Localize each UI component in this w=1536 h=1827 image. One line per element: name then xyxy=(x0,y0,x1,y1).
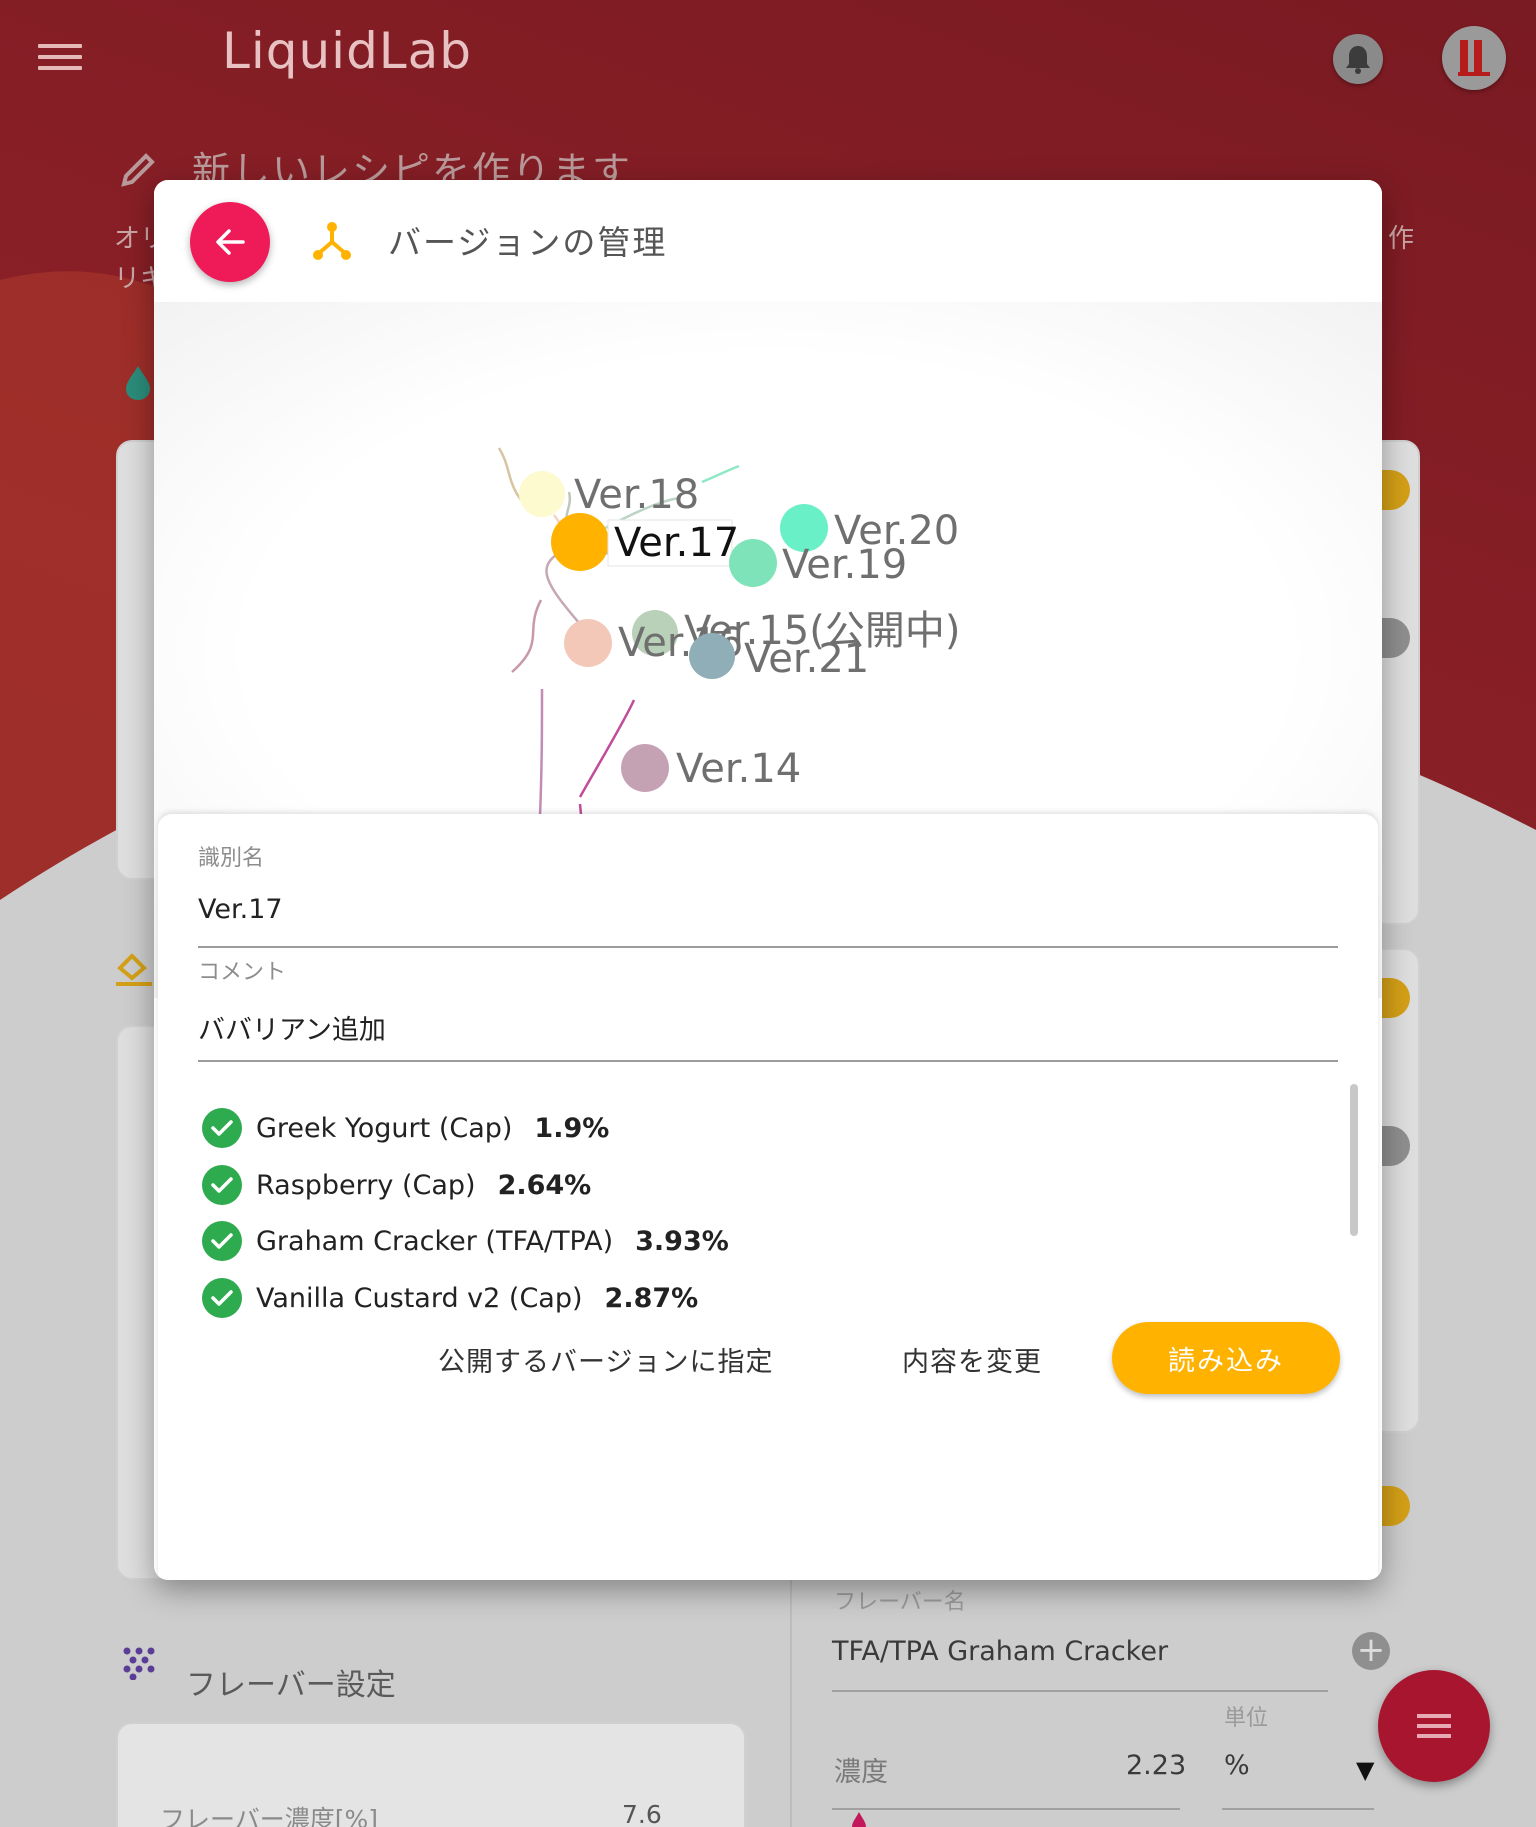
flavor-list-scrollbar[interactable] xyxy=(1350,1084,1358,1236)
list-item: Vanilla Custard v2 (Cap) 2.87% xyxy=(202,1276,698,1320)
comment-underline xyxy=(198,1060,1338,1062)
flavor-name: Raspberry (Cap) xyxy=(256,1169,476,1201)
unit-select[interactable]: % xyxy=(1224,1750,1250,1781)
id-underline xyxy=(198,946,1338,948)
version-node-label[interactable]: Ver.14 xyxy=(676,746,801,792)
back-button[interactable] xyxy=(190,202,270,282)
version-node[interactable] xyxy=(519,471,565,517)
add-flavor-button[interactable]: + xyxy=(1352,1632,1390,1670)
flavor-percent: 2.64% xyxy=(497,1169,592,1201)
edit-content-button[interactable]: 内容を変更 xyxy=(902,1340,1042,1379)
flavor-concentration-value[interactable]: 7.6 xyxy=(622,1800,662,1827)
dialog-header: バージョンの管理 xyxy=(154,180,1382,302)
flavor-name: Vanilla Custard v2 (Cap) xyxy=(256,1282,583,1314)
version-node[interactable] xyxy=(621,744,669,792)
flavor-concentration-label: フレーバー濃度[%] xyxy=(160,1805,379,1827)
density-value-field[interactable]: 2.23 xyxy=(1126,1750,1186,1781)
app-title: LiquidLab xyxy=(222,22,473,80)
version-node[interactable] xyxy=(551,513,609,571)
version-node-label[interactable]: Ver.21 xyxy=(744,636,869,682)
flavor-name-label: フレーバー名 xyxy=(834,1590,966,1615)
load-button[interactable]: 読み込み xyxy=(1112,1322,1340,1394)
flavor-section-title: フレーバー設定 xyxy=(186,1668,396,1703)
version-node-label[interactable]: Ver.17 xyxy=(614,520,739,566)
notification-bell-icon[interactable] xyxy=(1333,34,1383,84)
id-label: 識別名 xyxy=(198,846,265,871)
bg-text-right: 作 xyxy=(1388,224,1415,254)
unit-underline xyxy=(1222,1808,1374,1810)
fab-menu-button[interactable] xyxy=(1378,1670,1490,1782)
version-management-dialog: バージョンの管理 Ver.18 Ver.17 Ver.20 Ver.19 Ver.15(… xyxy=(154,180,1382,1580)
flavor-list[interactable]: Greek Yogurt (Cap) 1.9% Raspberry (Cap) … xyxy=(202,1094,1202,1320)
chevron-down-icon[interactable]: ▼ xyxy=(1356,1756,1374,1784)
density-label: 濃度 xyxy=(834,1757,888,1788)
list-item: Graham Cracker (TFA/TPA) 3.93% xyxy=(202,1219,729,1263)
arrow-left-icon xyxy=(216,229,245,255)
flavor-name-underline xyxy=(832,1690,1328,1692)
flavor-name-field[interactable]: TFA/TPA Graham Cracker xyxy=(832,1636,1168,1667)
paint-bucket-icon xyxy=(114,948,154,988)
publish-version-button[interactable]: 公開するバージョンに指定 xyxy=(438,1340,773,1379)
comment-field[interactable]: ババリアン追加 xyxy=(198,1008,386,1047)
version-node-label[interactable]: Ver.19 xyxy=(782,542,907,588)
drop-icon-small xyxy=(848,1812,870,1827)
version-branch-icon xyxy=(313,222,351,260)
pencil-icon xyxy=(121,153,155,187)
dialog-title: バージョンの管理 xyxy=(388,223,668,262)
check-circle-icon xyxy=(202,1165,242,1205)
list-item: Raspberry (Cap) 2.64% xyxy=(202,1163,591,1207)
comment-label: コメント xyxy=(198,960,287,985)
flavor-dots-icon xyxy=(123,1647,155,1680)
list-item: Greek Yogurt (Cap) 1.9% xyxy=(202,1106,609,1150)
check-circle-icon xyxy=(202,1278,242,1318)
version-node[interactable] xyxy=(729,539,777,587)
flavor-percent: 1.9% xyxy=(534,1112,610,1144)
version-detail-card: 識別名 Ver.17 コメント ババリアン追加 Greek Yogurt (Ca… xyxy=(158,814,1378,1580)
drop-icon xyxy=(122,362,154,402)
divider xyxy=(790,1580,792,1827)
version-node[interactable] xyxy=(689,633,735,679)
density-underline xyxy=(832,1808,1180,1810)
id-field[interactable]: Ver.17 xyxy=(198,894,283,925)
user-avatar[interactable] xyxy=(1442,26,1506,90)
flavor-percent: 2.87% xyxy=(604,1282,699,1314)
hamburger-menu-button[interactable] xyxy=(38,44,82,76)
version-node[interactable] xyxy=(564,619,612,667)
flavor-name: Graham Cracker (TFA/TPA) xyxy=(256,1225,614,1257)
check-circle-icon xyxy=(202,1221,242,1261)
version-node-label[interactable]: Ver.18 xyxy=(574,472,699,518)
check-circle-icon xyxy=(202,1108,242,1148)
flavor-name: Greek Yogurt (Cap) xyxy=(256,1112,513,1144)
flavor-percent: 3.93% xyxy=(635,1225,729,1257)
unit-label: 単位 xyxy=(1224,1706,1269,1731)
